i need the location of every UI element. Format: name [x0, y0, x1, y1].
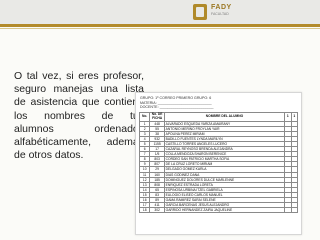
- slide-paragraph: O tal vez, si eres profesor, seguro mane…: [14, 70, 144, 162]
- cell-no: 18: [138, 207, 151, 214]
- attendance-list-document: GRUPO: 1º CORREO PRIMERO GRUPO: 6 MATERI…: [135, 92, 302, 235]
- attendance-table: No. No. DE FICHA NOMBRE DEL ALUMNO 1 1 1…: [138, 112, 299, 214]
- institution-logo: FADY FACULTAD: [193, 4, 288, 20]
- column-header-ficha: No. DE FICHA: [149, 112, 165, 122]
- table-row: 18 302 GARRIDO HERNANDEZ ZAIRA JAQUELINE: [138, 207, 299, 214]
- logo-subtitle: FACULTAD: [211, 12, 229, 16]
- cell-day-2: [290, 207, 299, 214]
- docente-line: DOCENTE: ___________________________: [140, 105, 214, 109]
- header-banner: FADY FACULTAD: [0, 0, 320, 24]
- header-gold-rule: [0, 24, 320, 27]
- column-header-nombre: NOMBRE DEL ALUMNO: [163, 112, 286, 122]
- cell-ficha: 302: [149, 207, 165, 214]
- logo-mark-icon: [193, 4, 207, 20]
- document-header: GRUPO: 1º CORREO PRIMERO GRUPO: 6 MATERI…: [140, 96, 297, 110]
- table-header-row: No. No. DE FICHA NOMBRE DEL ALUMNO 1 1: [138, 112, 299, 122]
- slide: FADY FACULTAD O tal vez, si eres profeso…: [0, 0, 320, 240]
- logo-title: FADY: [211, 4, 232, 11]
- cell-nombre: GARRIDO HERNANDEZ ZAIRA JAQUELINE: [163, 207, 286, 214]
- column-header-no: No.: [138, 112, 151, 122]
- header-thin-rule: [0, 28, 320, 29]
- column-header-day-2: 1: [290, 112, 299, 122]
